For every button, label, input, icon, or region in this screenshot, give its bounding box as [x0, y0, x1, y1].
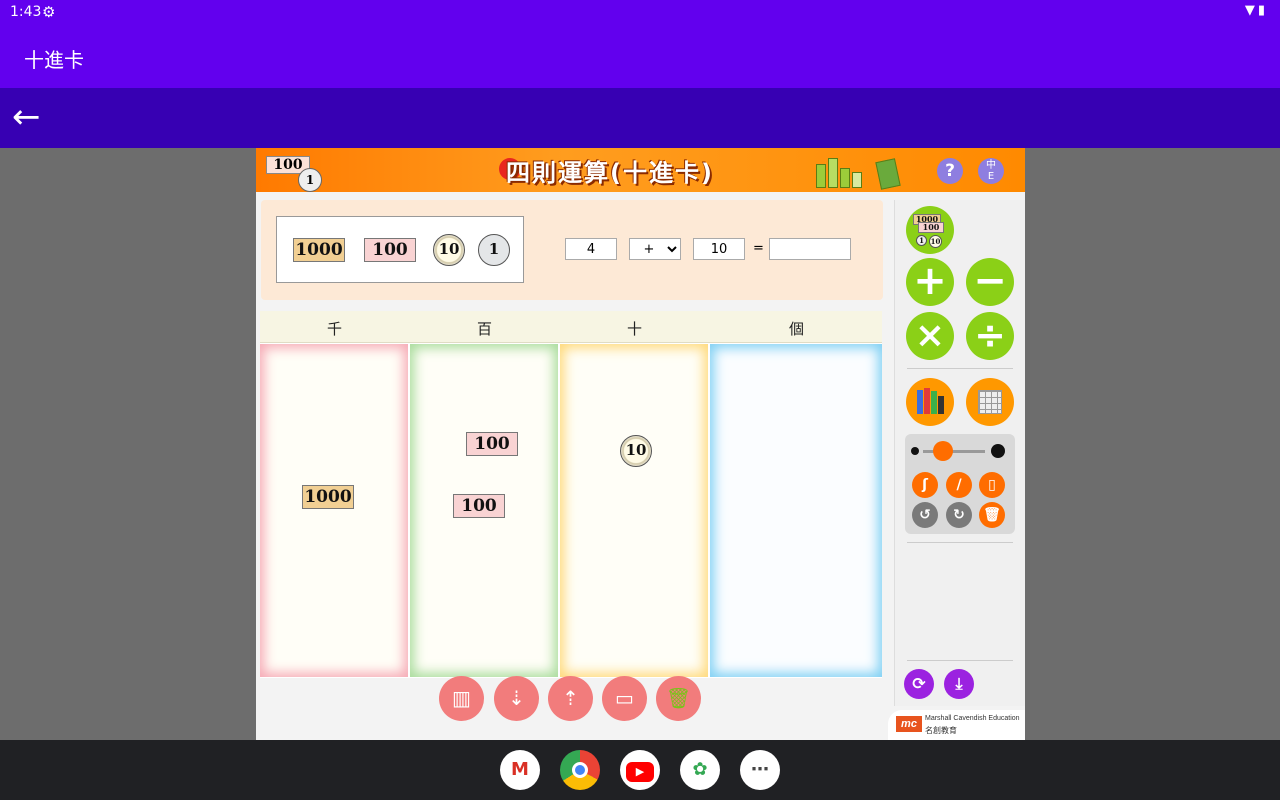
- board-header: 千 百 十 個: [260, 311, 882, 343]
- app-bar: 十進卡: [0, 24, 1280, 88]
- brand-en: Marshall Cavendish Education: [925, 715, 1020, 722]
- divide-button[interactable]: ÷: [966, 312, 1014, 360]
- divider: [907, 368, 1013, 369]
- home-logo[interactable]: 100 1: [264, 154, 342, 192]
- mini-100-card: 100: [918, 222, 944, 233]
- sidebar: 1000 100 1 10 + − × ÷ ʃ / ▯ ↺ ↻ 🗑 ⟳ ⤓: [894, 200, 1025, 706]
- books-decoration-icon: [810, 153, 901, 190]
- control-panel: 1000 100 10 1 + =: [261, 200, 883, 300]
- banner: 100 1 四則運算(十進卡) ? 中E: [256, 148, 1025, 192]
- thick-size-dot: [991, 444, 1005, 458]
- divider: [907, 660, 1013, 661]
- pencil-icon[interactable]: [906, 378, 954, 426]
- bottom-toolbar: ▥ ⇣ ⇡ ▭ 🗑: [439, 676, 709, 722]
- combine-icon[interactable]: ⇡: [548, 676, 593, 721]
- board-100-card[interactable]: 100: [466, 432, 518, 456]
- trash-icon[interactable]: 🗑: [979, 502, 1005, 528]
- thin-size-dot: [911, 447, 919, 455]
- board-100-card[interactable]: 100: [453, 494, 505, 518]
- brand-zh: 名創教育: [925, 726, 957, 735]
- column-header-hundreds: 百: [477, 320, 493, 338]
- chrome-icon[interactable]: [560, 750, 600, 790]
- column-header-tens: 十: [627, 320, 643, 338]
- taskbar: M ▶ ✿ ⋯: [0, 740, 1280, 800]
- pen-size-slider-thumb[interactable]: [933, 441, 953, 461]
- result-input[interactable]: [769, 238, 851, 260]
- board-10-coin[interactable]: 10: [620, 435, 652, 467]
- column-header-ones: 個: [789, 320, 805, 338]
- grid-icon[interactable]: [966, 378, 1014, 426]
- palette-100-card[interactable]: 100: [364, 238, 416, 262]
- line-icon[interactable]: /: [946, 472, 972, 498]
- column-tens[interactable]: 10: [560, 344, 708, 677]
- page-title: 四則運算(十進卡): [506, 159, 714, 187]
- columns-icon[interactable]: ▥: [439, 676, 484, 721]
- column-hundreds[interactable]: 100 100: [410, 344, 558, 677]
- card-palette: 1000 100 10 1: [276, 216, 524, 283]
- lang-en: E: [987, 171, 995, 182]
- trash-icon[interactable]: 🗑: [656, 676, 701, 721]
- curve-icon[interactable]: ʃ: [912, 472, 938, 498]
- divider: [907, 542, 1013, 543]
- drawing-tools-panel: ʃ / ▯ ↺ ↻ 🗑: [905, 434, 1015, 534]
- help-button[interactable]: ?: [937, 158, 963, 184]
- system-icons: ▼▮: [1245, 3, 1268, 18]
- operator-select[interactable]: +: [629, 238, 681, 260]
- palette-10-coin[interactable]: 10: [433, 234, 465, 266]
- operand2-input[interactable]: [693, 238, 745, 260]
- lang-zh: 中: [986, 160, 996, 171]
- multiply-button[interactable]: ×: [906, 312, 954, 360]
- eraser-icon[interactable]: ▯: [979, 472, 1005, 498]
- column-thousands[interactable]: 1000: [260, 344, 408, 677]
- stack-icon[interactable]: ▭: [602, 676, 647, 721]
- app-title: 十進卡: [24, 48, 84, 72]
- cards-mode-button[interactable]: 1000 100 1 10: [906, 206, 954, 254]
- break-down-icon[interactable]: ⇣: [494, 676, 539, 721]
- place-value-board: 千 百 十 個 1000 100 100 10: [260, 311, 882, 678]
- mini-1-coin: 1: [916, 235, 927, 246]
- wifi-icon: ▼: [1244, 3, 1258, 18]
- column-header-thousands: 千: [327, 320, 343, 338]
- status-bar: 1:43 ⚙ ▼▮: [0, 0, 1280, 24]
- undo-icon[interactable]: ↺: [912, 502, 938, 528]
- palette-1-coin[interactable]: 1: [478, 234, 510, 266]
- publisher-logo: mc Marshall Cavendish Education 名創教育: [888, 710, 1025, 740]
- download-icon[interactable]: ⤓: [944, 669, 974, 699]
- column-ones[interactable]: [710, 344, 882, 677]
- redo-icon[interactable]: ↻: [946, 502, 972, 528]
- language-button[interactable]: 中E: [978, 158, 1004, 184]
- arrow-left-icon[interactable]: ←: [12, 98, 41, 136]
- battery-icon: ▮: [1257, 3, 1268, 18]
- subtract-button[interactable]: −: [966, 258, 1014, 306]
- refresh-icon[interactable]: ⟳: [904, 669, 934, 699]
- mc-logo-icon: mc: [896, 716, 922, 732]
- app-drawer-icon[interactable]: ⋯: [740, 750, 780, 790]
- clock: 1:43: [10, 4, 42, 20]
- mini-10-coin: 10: [929, 235, 942, 248]
- add-button[interactable]: +: [906, 258, 954, 306]
- logo-coin: 1: [298, 168, 322, 192]
- palette-1000-card[interactable]: 1000: [293, 238, 345, 262]
- gear-icon: ⚙: [42, 3, 56, 21]
- equals-sign: =: [753, 241, 764, 256]
- nav-bar: ←: [0, 88, 1280, 148]
- youtube-icon[interactable]: ▶: [620, 750, 660, 790]
- gmail-icon[interactable]: M: [500, 750, 540, 790]
- photos-icon[interactable]: ✿: [680, 750, 720, 790]
- board-1000-card[interactable]: 1000: [302, 485, 354, 509]
- web-content: 100 1 四則運算(十進卡) ? 中E 1000 100 10 1 + =: [256, 148, 1025, 740]
- operand1-input[interactable]: [565, 238, 617, 260]
